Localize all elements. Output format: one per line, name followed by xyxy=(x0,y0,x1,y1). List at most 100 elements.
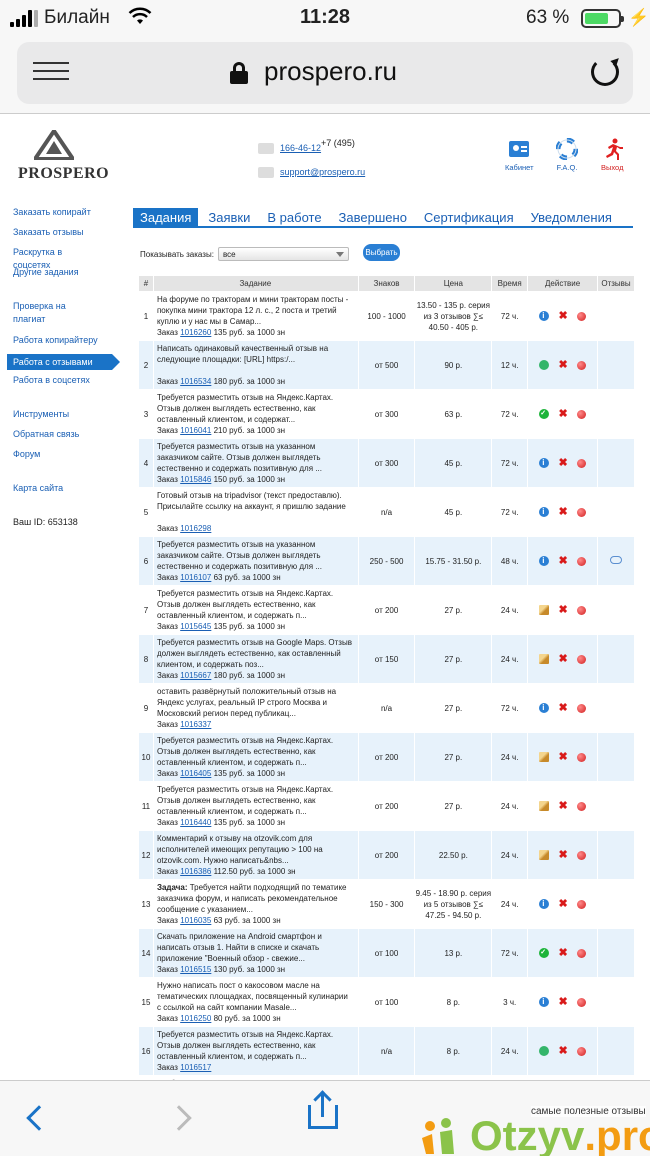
status-dot-icon[interactable] xyxy=(577,948,587,958)
order-link[interactable]: 1016250 xyxy=(180,1014,211,1023)
reject-icon[interactable]: ✖ xyxy=(558,360,568,371)
phone-icon[interactable] xyxy=(538,360,549,370)
logout-link[interactable]: Выход xyxy=(601,138,623,172)
order-link[interactable]: 1016035 xyxy=(180,916,211,925)
url-text[interactable]: prospero.ru xyxy=(264,56,397,87)
info-icon[interactable] xyxy=(538,506,549,517)
reject-icon[interactable]: ✖ xyxy=(558,997,568,1008)
sidebar-item-order-copywriting[interactable]: Заказать копирайт xyxy=(0,206,112,226)
status-dot-icon[interactable] xyxy=(577,1046,587,1056)
email-link[interactable]: support@prospero.ru xyxy=(280,167,365,177)
sidebar-item-other-tasks[interactable]: Другие задания xyxy=(0,266,112,286)
edit-icon[interactable] xyxy=(538,801,549,811)
accept-icon[interactable] xyxy=(538,947,549,958)
tab-notifications[interactable]: Уведомления xyxy=(524,208,619,226)
status-dot-icon[interactable] xyxy=(577,850,587,860)
reject-icon[interactable]: ✖ xyxy=(558,1046,568,1057)
order-link[interactable]: 1016260 xyxy=(180,328,211,337)
status-dot-icon[interactable] xyxy=(577,997,587,1007)
reject-icon[interactable]: ✖ xyxy=(558,752,568,763)
status-dot-icon[interactable] xyxy=(577,899,587,909)
order-link[interactable]: 1016517 xyxy=(180,1063,211,1072)
order-link[interactable]: 1016534 xyxy=(180,377,211,386)
status-dot-icon[interactable] xyxy=(577,703,587,713)
menu-icon[interactable] xyxy=(33,62,69,86)
reject-icon[interactable]: ✖ xyxy=(558,654,568,665)
order-link[interactable]: 1016041 xyxy=(180,426,211,435)
status-dot-icon[interactable] xyxy=(577,801,587,811)
sidebar-item-sitemap[interactable]: Карта сайта xyxy=(0,482,112,502)
status-dot-icon[interactable] xyxy=(577,556,587,566)
sidebar-item-social-work[interactable]: Работа в соцсетях xyxy=(0,374,112,394)
reject-icon[interactable]: ✖ xyxy=(558,409,568,420)
tab-certification[interactable]: Сертификация xyxy=(417,208,521,226)
tab-tasks[interactable]: Задания xyxy=(133,208,199,226)
order-link[interactable]: 1016386 xyxy=(180,867,211,876)
status-dot-icon[interactable] xyxy=(577,458,587,468)
accept-icon[interactable] xyxy=(538,408,549,419)
phone-link[interactable]: 166-46-12 xyxy=(280,143,321,153)
order-link[interactable]: 1016440 xyxy=(180,818,211,827)
faq-link[interactable]: F.A.Q. xyxy=(556,138,578,172)
sidebar-item-social-promo[interactable]: Раскрутка в соцсетях xyxy=(0,246,112,270)
tab-completed[interactable]: Завершено xyxy=(332,208,414,226)
edit-icon[interactable] xyxy=(538,752,549,762)
table-row: 15 Нужно написать пост о какосовом масле … xyxy=(138,977,635,1027)
reject-icon[interactable]: ✖ xyxy=(558,850,568,861)
sidebar-item-plagiarism[interactable]: Проверка на плагиат xyxy=(0,300,112,324)
address-bar[interactable]: prospero.ru xyxy=(17,42,633,104)
cabinet-link[interactable]: Кабинет xyxy=(505,138,534,172)
reject-icon[interactable]: ✖ xyxy=(558,703,568,714)
order-link[interactable]: 1015667 xyxy=(180,671,211,680)
status-dot-icon[interactable] xyxy=(577,605,587,615)
reload-icon[interactable] xyxy=(591,58,619,86)
order-link[interactable]: 1016107 xyxy=(180,573,211,582)
filter-select[interactable]: все xyxy=(217,247,349,261)
reject-icon[interactable]: ✖ xyxy=(558,507,568,518)
order-link[interactable]: 1015846 xyxy=(180,475,211,484)
info-icon[interactable] xyxy=(538,555,549,566)
edit-icon[interactable] xyxy=(538,654,549,664)
sidebar-item-feedback[interactable]: Обратная связь xyxy=(0,428,112,448)
comment-icon[interactable] xyxy=(610,555,622,564)
status-dot-icon[interactable] xyxy=(577,360,587,370)
reject-icon[interactable]: ✖ xyxy=(558,458,568,469)
info-icon[interactable] xyxy=(538,457,549,468)
tab-in-progress[interactable]: В работе xyxy=(260,208,328,226)
info-icon[interactable] xyxy=(538,996,549,1007)
status-dot-icon[interactable] xyxy=(577,752,587,762)
info-icon[interactable] xyxy=(538,898,549,909)
status-dot-icon[interactable] xyxy=(577,409,587,419)
info-icon[interactable] xyxy=(538,702,549,713)
order-link[interactable]: 1016337 xyxy=(180,720,211,729)
site-logo[interactable]: PROSPERO xyxy=(18,127,109,183)
order-link[interactable]: 1015645 xyxy=(180,622,211,631)
reject-icon[interactable]: ✖ xyxy=(558,899,568,910)
order-link[interactable]: 1016515 xyxy=(180,965,211,974)
reject-icon[interactable]: ✖ xyxy=(558,948,568,959)
sidebar-item-forum[interactable]: Форум xyxy=(0,448,112,468)
status-dot-icon[interactable] xyxy=(577,507,587,517)
order-link[interactable]: 1016298 xyxy=(180,524,211,533)
order-link[interactable]: 1016405 xyxy=(180,769,211,778)
sidebar-item-reviews-work[interactable]: Работа с отзывами xyxy=(7,354,120,370)
status-dot-icon[interactable] xyxy=(577,311,587,321)
back-icon[interactable] xyxy=(26,1105,52,1131)
reject-icon[interactable]: ✖ xyxy=(558,801,568,812)
reject-icon[interactable]: ✖ xyxy=(558,605,568,616)
forward-icon[interactable] xyxy=(166,1105,192,1131)
sidebar-item-order-reviews[interactable]: Заказать отзывы xyxy=(0,226,112,246)
info-icon[interactable] xyxy=(538,310,549,321)
share-icon[interactable] xyxy=(308,1090,338,1129)
apply-filter-button[interactable]: Выбрать xyxy=(363,244,400,261)
phone-icon[interactable] xyxy=(538,1046,549,1056)
edit-icon[interactable] xyxy=(538,605,549,615)
sidebar-item-tools[interactable]: Инструменты xyxy=(0,408,112,428)
status-dot-icon[interactable] xyxy=(577,654,587,664)
reject-icon[interactable]: ✖ xyxy=(558,311,568,322)
reject-icon[interactable]: ✖ xyxy=(558,556,568,567)
time-cell: 24 ч. xyxy=(491,634,529,684)
sidebar-item-copywriter-work[interactable]: Работа копирайтеру xyxy=(0,334,112,354)
edit-icon[interactable] xyxy=(538,850,549,860)
tab-requests[interactable]: Заявки xyxy=(201,208,257,226)
